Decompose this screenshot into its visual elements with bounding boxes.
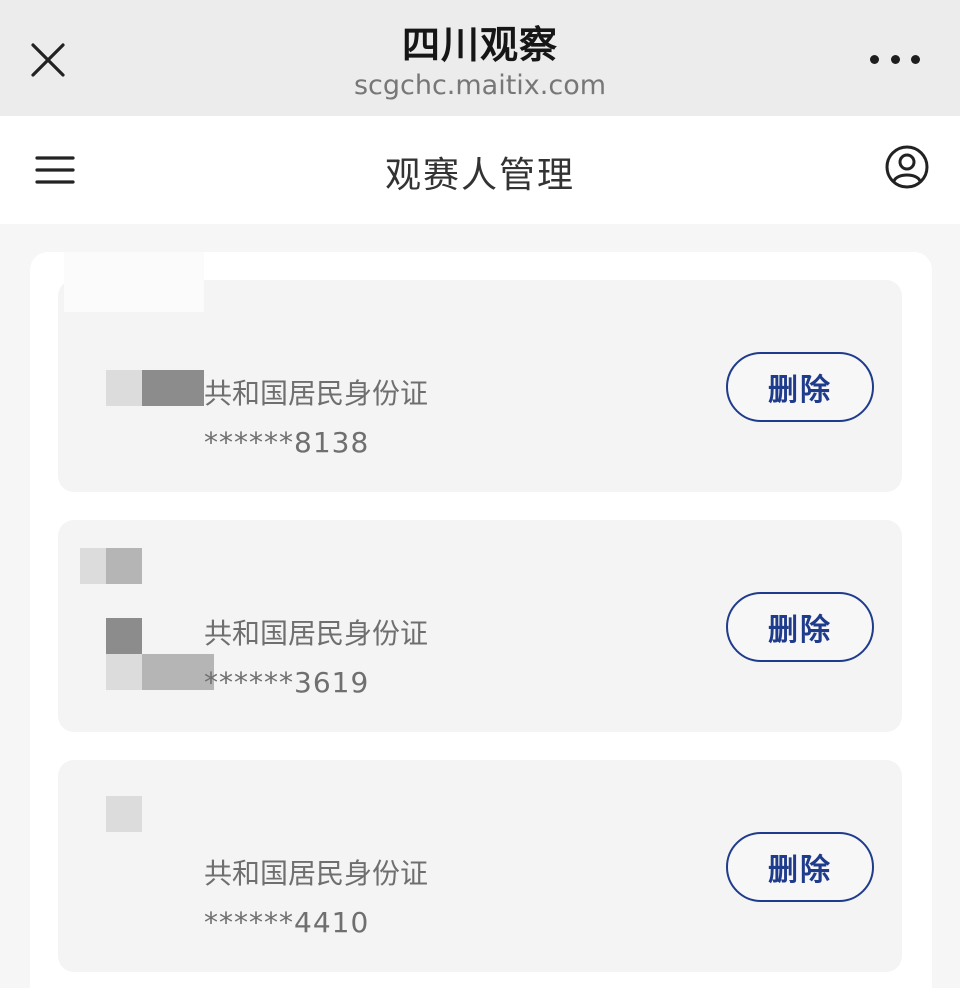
viewer-card: 共和国居民身份证 ******3619 删除 — [58, 520, 902, 732]
redacted-block — [106, 548, 142, 584]
user-account-button[interactable] — [884, 144, 930, 190]
user-account-icon — [885, 145, 929, 189]
redacted-block — [106, 654, 142, 690]
site-url: scgchc.maitix.com — [353, 70, 607, 101]
id-number: ******3619 — [204, 666, 370, 699]
id-type-label: 共和国居民身份证 — [204, 857, 429, 890]
id-type-label: 共和国居民身份证 — [204, 617, 429, 650]
redacted-block — [106, 618, 142, 654]
redacted-block — [64, 252, 204, 312]
redacted-block — [106, 796, 142, 832]
delete-button[interactable]: 删除 — [726, 352, 874, 422]
redacted-block — [176, 370, 204, 406]
page-title: 观赛人管理 — [384, 155, 575, 196]
browser-title-bar: 四川观察 scgchc.maitix.com — [0, 0, 960, 116]
redacted-block — [106, 370, 142, 406]
delete-button[interactable]: 删除 — [726, 832, 874, 902]
delete-button[interactable]: 删除 — [726, 592, 874, 662]
more-icon — [890, 54, 900, 64]
more-icon — [870, 54, 879, 64]
viewer-card: 共和国居民身份证 ******8138 删除 — [58, 252, 902, 492]
redacted-block — [142, 654, 178, 690]
id-number: ******4410 — [204, 906, 370, 939]
redacted-block — [80, 548, 106, 584]
site-title: 四川观察 — [401, 23, 558, 67]
app-header: 观赛人管理 — [0, 116, 960, 224]
redacted-block — [142, 370, 178, 406]
more-icon — [911, 54, 920, 64]
viewer-card: 共和国居民身份证 ******4410 删除 — [58, 760, 902, 972]
id-type-label: 共和国居民身份证 — [204, 377, 429, 410]
more-button[interactable] — [870, 44, 920, 74]
id-number: ******8138 — [204, 426, 370, 459]
